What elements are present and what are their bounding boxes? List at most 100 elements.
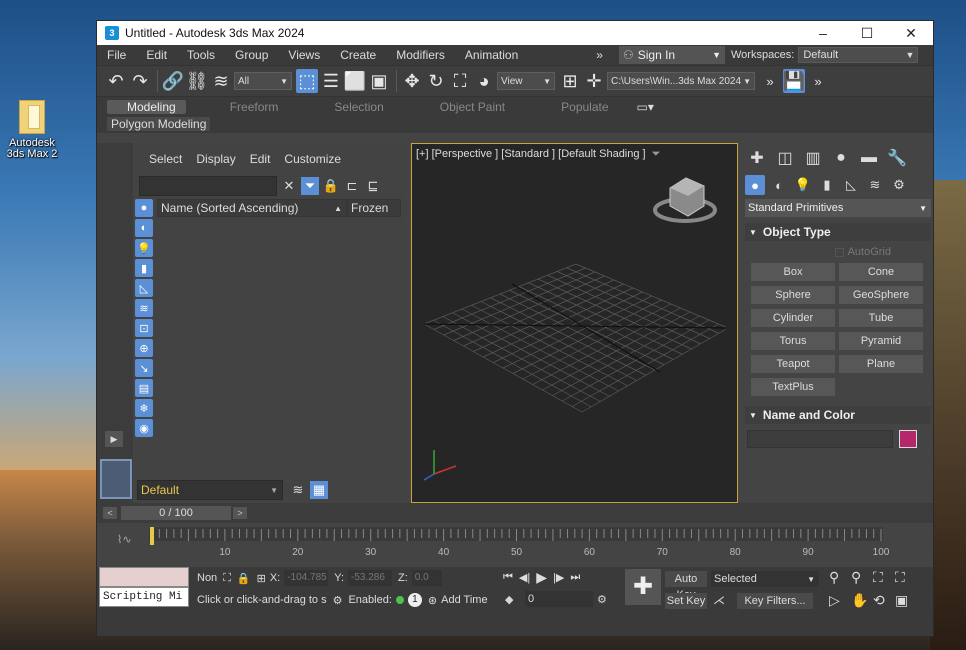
scene-menu-edit[interactable]: Edit [250,152,271,166]
primitive-category-dropdown[interactable]: Standard Primitives ▼ [745,199,931,217]
set-key-button-large[interactable]: ✚ [625,569,661,605]
bones-filter-icon[interactable]: ↘ [135,359,153,377]
autogrid-checkbox[interactable] [834,247,844,257]
filter-icon[interactable]: ⏷ [652,148,661,160]
object-color-swatch[interactable] [899,430,917,448]
tab-freeform[interactable]: Freeform [202,100,307,114]
menu-views[interactable]: Views [278,48,330,62]
isolate-icon[interactable]: ⛶ [223,572,231,585]
cone-button[interactable]: Cone [839,263,923,281]
name-column-header[interactable]: Name (Sorted Ascending) ▲ [157,199,347,217]
previous-frame-icon[interactable]: < [103,507,117,519]
current-frame-field[interactable]: 0 [525,591,593,607]
key-filters-button[interactable]: Key Filters... [737,593,813,609]
menu-overflow-button[interactable]: » [586,48,613,62]
maximize-viewport-icon[interactable]: ▣ [895,592,917,609]
menu-create[interactable]: Create [330,48,386,62]
zoom-extents-all-icon[interactable]: ⛶ [895,569,917,586]
menu-modifiers[interactable]: Modifiers [386,48,455,62]
select-by-name-icon[interactable]: ☰ [320,69,342,93]
go-to-start-icon[interactable]: ⏮ [503,571,513,584]
geosphere-button[interactable]: GeoSphere [839,286,923,304]
cylinder-button[interactable]: Cylinder [751,309,835,327]
menu-tools[interactable]: Tools [177,48,225,62]
layer-explorer-icon[interactable]: ▦ [310,481,328,499]
add-time-tag-button[interactable]: Add Time [441,594,487,606]
toolbar-overflow-button[interactable]: » [759,69,781,93]
groups-filter-icon[interactable]: ⊡ [135,319,153,337]
maxscript-listener-input[interactable]: Scripting Mi [99,587,189,607]
filter-icon[interactable]: ⏷ [301,177,319,195]
next-frame-icon[interactable]: > [233,507,247,519]
field-of-view-icon[interactable]: ▷ [829,592,851,609]
save-file-icon[interactable]: 💾 [783,69,805,93]
lock-icon[interactable]: 🔒 [322,177,340,195]
key-filter-icon[interactable]: ⋌ [713,593,725,607]
helpers-filter-icon[interactable]: ◺ [135,279,153,297]
x-coordinate-field[interactable]: -104.785 [284,570,329,586]
xrefs-filter-icon[interactable]: ⊕ [135,339,153,357]
viewcube[interactable] [653,177,717,223]
object-type-rollout[interactable]: ▼ Object Type [745,223,931,241]
orbit-icon[interactable]: ⟲ [873,592,895,609]
expand-arrow-icon[interactable]: ▶ [105,431,123,447]
layers-icon[interactable]: ≋ [289,481,307,499]
hierarchy-tab-icon[interactable]: ▥ [801,146,825,170]
object-name-input[interactable] [747,430,893,448]
previous-key-icon[interactable]: ◀| [519,571,530,584]
teapot-button[interactable]: Teapot [751,355,835,373]
motion-tab-icon[interactable]: ● [829,146,853,170]
lights-filter-icon[interactable]: 💡 [135,239,153,257]
utilities-tab-icon[interactable]: 🔧 [885,146,909,170]
display-tab-icon[interactable]: ▬ [857,146,881,170]
auto-key-button[interactable]: Auto Key [665,571,707,601]
hierarchy-alt-icon[interactable]: ⊑ [364,177,382,195]
selection-lock-icon[interactable]: 🔒 [237,572,251,585]
tab-object-paint[interactable]: Object Paint [412,100,533,114]
menu-file[interactable]: File [97,48,136,62]
plane-button[interactable]: Plane [839,355,923,373]
hierarchy-icon[interactable]: ⊏ [343,177,361,195]
minimize-button[interactable]: – [801,21,845,45]
shapes-icon[interactable]: ◐ [769,175,789,195]
bind-spacewarp-icon[interactable]: ≋ [210,69,232,93]
ribbon-options-icon[interactable]: ▭▾ [637,100,654,114]
box-button[interactable]: Box [751,263,835,281]
geometry-icon[interactable]: ● [745,175,765,195]
time-config-icon[interactable]: ⚙ [597,593,607,606]
spacewarps-filter-icon[interactable]: ≋ [135,299,153,317]
set-key-button[interactable]: Set Key [665,593,707,609]
systems-icon[interactable]: ⚙ [889,175,909,195]
unlink-icon[interactable]: ⛓ [186,69,209,93]
tab-populate[interactable]: Populate [533,100,636,114]
spacewarps-icon[interactable]: ≋ [865,175,885,195]
zoom-icon[interactable]: ⚲ [829,569,851,586]
particles-filter-icon[interactable]: ❄ [135,399,153,417]
toolbar-overflow-button-2[interactable]: » [807,69,829,93]
trackbar[interactable]: ⌇∿ 10 20 30 40 50 60 70 80 90 100 [97,523,933,567]
pyramid-button[interactable]: Pyramid [839,332,923,350]
helpers-icon[interactable]: ◺ [841,175,861,195]
select-manipulate-icon[interactable]: ✛ [583,69,605,93]
play-icon[interactable]: ▶ [536,569,547,586]
subtab-polygon-modeling[interactable]: Polygon Modeling [107,117,211,131]
desktop-shortcut-3dsmax[interactable]: Autodesk 3ds Max 2 [2,100,62,160]
go-to-end-icon[interactable]: ⏭ [570,571,580,584]
viewport-layout-swatch[interactable] [100,459,132,499]
rotate-icon[interactable]: ↻ [425,69,447,93]
time-tag-icon[interactable]: ⊛ [428,594,437,607]
visibility-filter-icon[interactable]: ◉ [135,419,153,437]
maxscript-output[interactable] [99,567,189,587]
scale-icon[interactable]: ⛶ [449,69,471,93]
frozen-column-header[interactable]: Frozen [347,199,401,217]
textplus-button[interactable]: TextPlus [751,378,835,396]
scene-menu-display[interactable]: Display [196,152,235,166]
cameras-filter-icon[interactable]: ▮ [135,259,153,277]
project-path-dropdown[interactable]: C:\Users\Win...3ds Max 2024 ▼ [607,72,755,90]
menu-group[interactable]: Group [225,48,278,62]
reference-coordinate-dropdown[interactable]: View ▼ [497,72,555,90]
menu-edit[interactable]: Edit [136,48,177,62]
redo-icon[interactable]: ↷ [129,69,151,93]
perspective-viewport[interactable]: [+] [Perspective ] [Standard ] [Default … [411,143,738,503]
z-coordinate-field[interactable]: 0.0 [411,570,442,586]
